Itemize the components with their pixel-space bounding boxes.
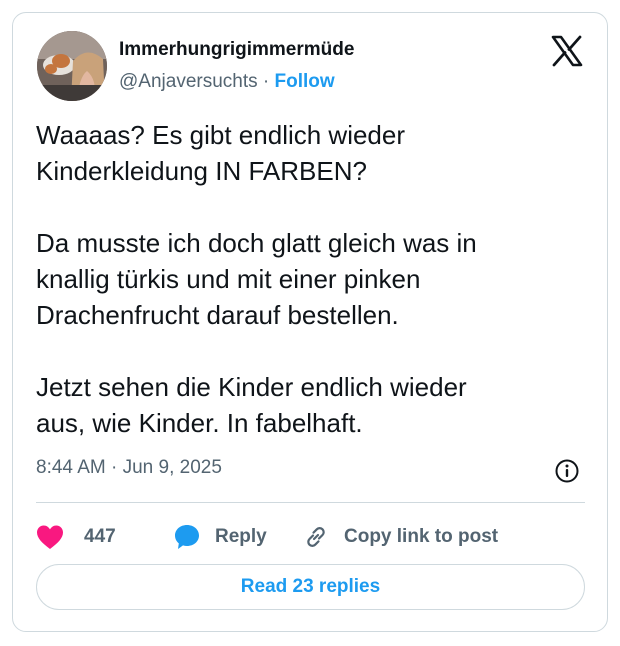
separator-dot: · (262, 71, 270, 92)
post-timestamp[interactable]: 8:44 AM · Jun 9, 2025 (36, 457, 222, 479)
post-card: Immerhungrigimmermüde @Anjaversuchts · F… (12, 12, 608, 632)
avatar[interactable] (37, 31, 107, 101)
like-button[interactable]: 447 (36, 519, 116, 555)
read-replies-label: Read 23 replies (240, 576, 381, 597)
author-handle[interactable]: @Anjaversuchts (119, 71, 258, 92)
reply-button[interactable]: Reply (173, 519, 267, 555)
divider (36, 502, 585, 503)
action-bar: 447 Reply Copy link to post (36, 519, 596, 555)
speech-bubble-icon (173, 523, 201, 551)
read-replies-button[interactable]: Read 23 replies (36, 564, 585, 610)
like-count: 447 (84, 526, 116, 547)
heart-icon (36, 524, 64, 550)
reply-label: Reply (215, 526, 267, 547)
x-logo-icon[interactable] (551, 35, 583, 67)
link-icon (302, 523, 330, 551)
info-icon[interactable] (555, 459, 579, 483)
author-display-name[interactable]: Immerhungrigimmermüde (119, 39, 354, 61)
author-handle-row: @Anjaversuchts · Follow (119, 71, 335, 93)
copy-link-button[interactable]: Copy link to post (302, 519, 498, 555)
post-text: Waaaas? Es gibt endlich wieder Kinderkle… (36, 120, 477, 438)
follow-link[interactable]: Follow (275, 71, 335, 92)
copy-link-label: Copy link to post (344, 526, 499, 547)
